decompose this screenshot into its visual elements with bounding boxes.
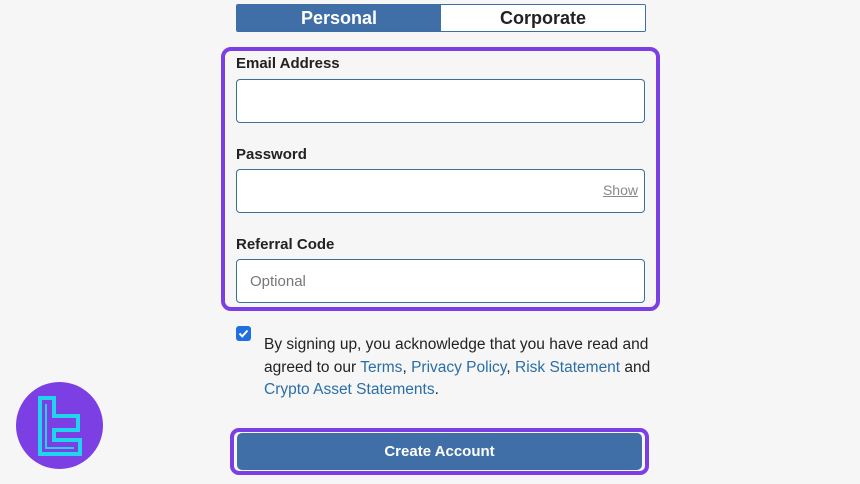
consent-sep-2: , xyxy=(506,358,511,376)
consent-end: . xyxy=(434,381,439,398)
tab-corporate[interactable]: Corporate xyxy=(441,5,645,31)
terms-checkbox[interactable] xyxy=(236,326,251,341)
brand-logo-icon xyxy=(37,395,82,456)
brand-logo xyxy=(16,382,103,469)
terms-link[interactable]: Terms xyxy=(360,359,402,376)
show-password-toggle[interactable]: Show xyxy=(603,182,638,198)
password-label: Password xyxy=(236,146,307,163)
referral-code-field[interactable] xyxy=(237,260,644,302)
checkmark-icon xyxy=(238,329,249,338)
password-field-container: Show xyxy=(236,169,645,213)
create-account-button[interactable]: Create Account xyxy=(237,433,642,470)
tab-personal[interactable]: Personal xyxy=(237,5,441,31)
account-type-tabs: Personal Corporate xyxy=(236,4,646,32)
consent-sep-1: , xyxy=(402,358,412,376)
consent-text: By signing up, you acknowledge that you … xyxy=(264,334,654,402)
referral-label: Referral Code xyxy=(236,236,335,253)
consent-and: and xyxy=(620,358,651,376)
crypto-asset-statements-link[interactable]: Crypto Asset Statements xyxy=(264,381,435,398)
email-label: Email Address xyxy=(236,55,340,72)
referral-field-container xyxy=(236,259,645,303)
email-field-container xyxy=(236,79,645,123)
email-field[interactable] xyxy=(237,80,644,122)
password-field[interactable] xyxy=(237,170,644,212)
privacy-policy-link[interactable]: Privacy Policy xyxy=(411,359,506,376)
risk-statement-link[interactable]: Risk Statement xyxy=(515,359,620,376)
